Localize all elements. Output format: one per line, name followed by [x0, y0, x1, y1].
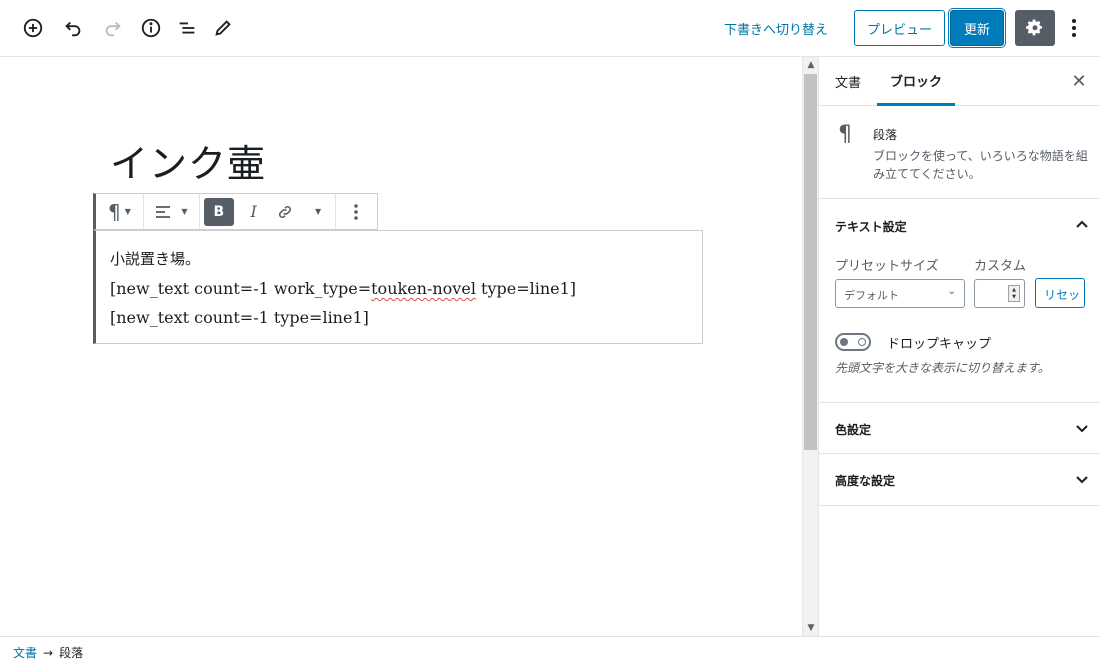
editor-header: 下書きへ切り替え プレビュー 更新	[0, 0, 1100, 57]
list-outline-icon	[179, 22, 195, 34]
text-settings-toggle[interactable]: テキスト設定	[835, 218, 907, 235]
settings-sidebar: 文書 ブロック ✕ ¶ 段落 ブロックを使って、いろいろな物語を組み立ててくださ…	[818, 57, 1100, 636]
breadcrumb-current: 段落	[59, 646, 84, 660]
caret-down-icon: ▼	[181, 207, 188, 216]
spin-up-icon[interactable]: ▲	[1012, 287, 1016, 293]
scroll-up-arrow-icon[interactable]: ▲	[803, 57, 819, 73]
switch-to-draft-link[interactable]: 下書きへ切り替え	[724, 19, 828, 38]
outline-button[interactable]	[173, 14, 201, 42]
close-sidebar-button[interactable]: ✕	[1069, 70, 1089, 92]
shortcode-text: type=line1]	[475, 279, 577, 298]
scroll-down-arrow-icon[interactable]: ▼	[803, 620, 819, 636]
redo-icon	[105, 21, 121, 37]
info-icon	[141, 18, 161, 38]
scroll-thumb[interactable]	[804, 74, 817, 450]
more-menu-button[interactable]	[1064, 14, 1084, 42]
breadcrumb-document[interactable]: 文書	[13, 646, 37, 660]
chevron-down-icon: ⌄	[947, 286, 956, 297]
plus-circle-icon	[23, 18, 43, 38]
align-dropdown[interactable]: ▼	[144, 194, 200, 229]
add-block-button[interactable]	[19, 14, 47, 42]
format-controls: B I ▼	[200, 194, 336, 229]
preset-size-select[interactable]: デフォルト ⌄	[835, 279, 965, 308]
gear-icon	[1026, 19, 1042, 36]
shortcode-text: [new_text count=-1 work_type=	[110, 279, 372, 298]
paragraph-icon: ¶	[108, 199, 121, 224]
block-card: ¶ 段落 ブロックを使って、いろいろな物語を組み立ててください。	[819, 106, 1100, 199]
toggle-knob	[840, 338, 848, 346]
color-settings-panel: 色設定	[819, 403, 1100, 454]
block-options-button[interactable]	[336, 194, 376, 229]
editor-canvas: インク壷 ¶ ▼ ▼ B I ▼ 小説置き場。 [new_text count=…	[0, 57, 802, 636]
chevron-down-icon[interactable]	[1073, 419, 1091, 437]
caret-down-icon: ▼	[124, 207, 131, 216]
link-button[interactable]	[270, 194, 302, 229]
italic-button[interactable]: I	[238, 194, 270, 229]
info-button[interactable]	[137, 14, 165, 42]
edit-mode-button[interactable]	[209, 14, 237, 42]
toggle-off-indicator	[858, 338, 866, 346]
preset-size-label: プリセットサイズ	[835, 259, 939, 274]
block-description: ブロックを使って、いろいろな物語を組み立ててください。	[873, 149, 1088, 181]
link-icon	[279, 205, 292, 218]
advanced-settings-toggle[interactable]: 高度な設定	[835, 472, 895, 489]
custom-size-input[interactable]: ▲ ▼	[974, 279, 1025, 308]
advanced-settings-panel: 高度な設定	[819, 454, 1100, 506]
undo-button[interactable]	[59, 14, 87, 42]
update-button[interactable]: 更新	[950, 10, 1004, 46]
number-spinner[interactable]: ▲ ▼	[1008, 285, 1020, 302]
spin-down-icon[interactable]: ▼	[1012, 294, 1016, 300]
undo-icon	[65, 21, 81, 37]
paragraph-line: [new_text count=-1 type=line1]	[110, 308, 369, 327]
pencil-icon	[215, 20, 231, 36]
sidebar-tabs: 文書 ブロック ✕	[819, 57, 1100, 106]
close-icon: ✕	[1071, 70, 1087, 92]
custom-size-label: カスタム	[974, 259, 1027, 274]
align-left-icon	[156, 205, 171, 218]
misspelled-word: touken-novel	[371, 279, 476, 298]
more-formats-button[interactable]: ▼	[301, 194, 335, 229]
block-type-switcher[interactable]: ¶ ▼	[96, 194, 144, 229]
dropcap-help: 先頭文字を大きな表示に切り替えます。	[835, 361, 1050, 375]
preview-button[interactable]: プレビュー	[854, 10, 945, 46]
settings-button[interactable]	[1015, 10, 1055, 46]
chevron-up-icon[interactable]	[1073, 216, 1091, 234]
color-settings-toggle[interactable]: 色設定	[835, 421, 871, 438]
redo-button[interactable]	[99, 14, 127, 42]
dropcap-label: ドロップキャップ	[887, 337, 992, 352]
block-toolbar: ¶ ▼ ▼ B I ▼	[93, 193, 378, 230]
breadcrumb: 文書 → 段落	[0, 636, 1100, 664]
paragraph-line: [new_text count=-1 work_type=touken-nove…	[110, 274, 688, 303]
preset-size-value: デフォルト	[844, 289, 899, 302]
chevron-down-icon[interactable]	[1073, 470, 1091, 488]
tab-document[interactable]: 文書	[835, 57, 861, 106]
block-name: 段落	[873, 128, 898, 142]
editor-scrollbar[interactable]: ▲ ▼	[802, 57, 818, 636]
caret-down-icon: ▼	[315, 207, 322, 216]
bold-button[interactable]: B	[204, 197, 234, 226]
paragraph-block[interactable]: 小説置き場。 [new_text count=-1 work_type=touk…	[93, 230, 703, 344]
tab-block[interactable]: ブロック	[877, 57, 956, 106]
breadcrumb-arrow-icon: →	[43, 646, 54, 660]
vertical-ellipsis-icon	[354, 203, 358, 220]
paragraph-line: 小説置き場。	[110, 250, 201, 268]
vertical-ellipsis-icon	[1072, 19, 1076, 37]
paragraph-icon: ¶	[838, 122, 852, 147]
dropcap-toggle[interactable]	[835, 333, 871, 351]
post-title[interactable]: インク壷	[110, 133, 266, 188]
reset-button[interactable]: リセット	[1035, 278, 1085, 308]
